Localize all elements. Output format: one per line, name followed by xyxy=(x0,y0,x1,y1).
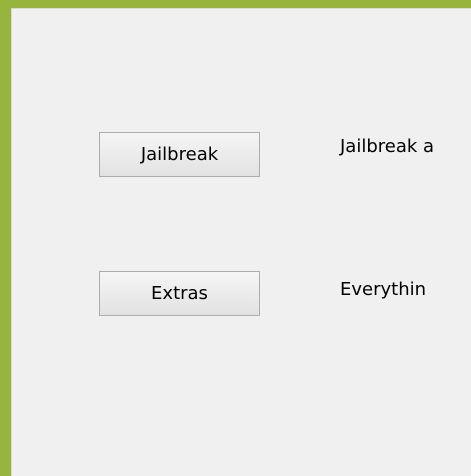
extras-description: Everythin xyxy=(340,279,427,300)
extras-button[interactable]: Extras xyxy=(99,271,260,316)
window-frame-top xyxy=(0,0,471,8)
window-frame-left xyxy=(0,0,11,476)
app-window: Jailbreak Jailbreak a Extras Everythin xyxy=(0,0,471,476)
jailbreak-description: Jailbreak a xyxy=(340,136,435,157)
jailbreak-button[interactable]: Jailbreak xyxy=(99,132,260,177)
main-panel xyxy=(11,8,471,476)
